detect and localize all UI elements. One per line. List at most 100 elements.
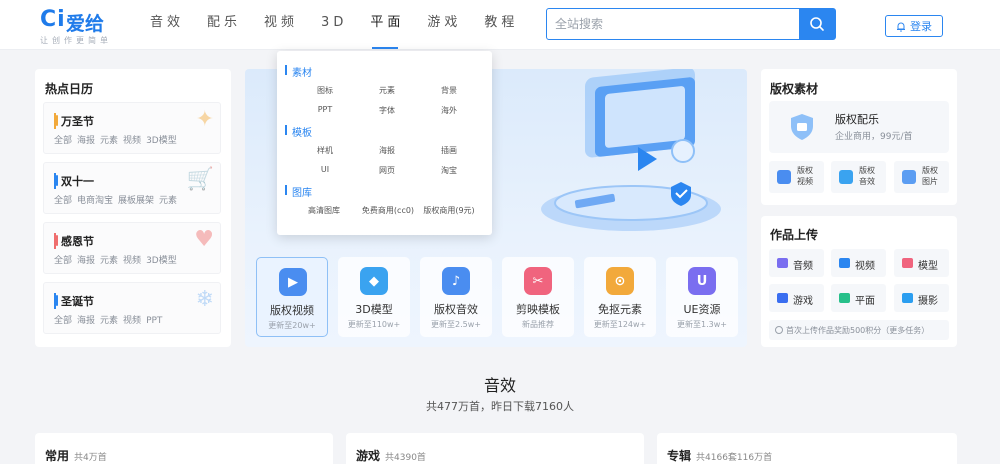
copyright-image-tile[interactable]: 版权图片 [894,161,949,193]
event-tag[interactable]: 电商淘宝 [77,196,113,206]
login-label: 登录 [910,20,932,33]
category-card-capcut-template[interactable]: ✂ 剪映模板 新品推荐 [502,257,574,337]
event-tag[interactable]: 3D模型 [146,256,177,266]
category-block-game: 游戏 共4390首 [346,433,644,464]
dropdown-item[interactable]: 网页 [367,165,407,176]
copyright-sound-tile[interactable]: 版权音效 [831,161,886,193]
upload-audio-tile[interactable]: 音频 [769,249,824,277]
top-header: Ci 爱给 让创作更简单 音效 配乐 视频 3D 平面 游戏 教程 登录 [0,0,1000,50]
upload-photo-tile[interactable]: 摄影 [894,284,949,312]
event-tag[interactable]: 展板展架 [118,196,154,206]
cube-icon-glyph: ◆ [369,273,379,289]
event-tag[interactable]: 全部 [54,196,72,206]
event-tag[interactable]: 视频 [123,256,141,266]
video-icon [839,258,850,268]
dropdown-item[interactable]: 淘宝 [429,165,469,176]
block-count: 共4万首 [74,453,107,463]
model-icon [902,258,913,268]
event-tag[interactable]: 元素 [100,136,118,146]
search-button[interactable] [799,9,835,39]
logo-name: 爱给 [66,13,105,35]
event-tags: 全部 海报 元素 视频 PPT [54,313,167,326]
event-tag[interactable]: 元素 [159,196,177,206]
upload-panel-title: 作品上传 [770,228,819,242]
block-name[interactable]: 游戏 [356,449,380,463]
event-tag[interactable]: 全部 [54,136,72,146]
dropdown-item[interactable]: 背景 [429,85,469,96]
snowflake-icon: ❄ [195,287,214,312]
event-tag[interactable]: 视频 [123,316,141,326]
upload-game-tile[interactable]: 游戏 [769,284,824,312]
dropdown-section-title: 图库 [285,184,312,199]
bell-icon [897,22,905,32]
nav-item-sound[interactable]: 音效 [150,0,184,50]
copyright-music-card[interactable]: 版权配乐 企业商用，99元/首 [769,101,949,153]
event-tag[interactable]: 全部 [54,256,72,266]
category-card-copyright-video[interactable]: ▶ 版权视频 更新至20w+ [256,257,328,337]
event-tag[interactable]: 海报 [77,316,95,326]
event-tags: 全部 海报 元素 视频 3D模型 [54,253,182,266]
event-tag[interactable]: 3D模型 [146,136,177,146]
dropdown-item[interactable]: 版权商用(9元) [419,205,479,216]
event-tag[interactable]: 元素 [100,256,118,266]
dropdown-item[interactable]: 海外 [429,105,469,116]
event-tag[interactable]: 海报 [77,256,95,266]
calendar-card-halloween[interactable]: 万圣节 全部 海报 元素 视频 3D模型 ✦ [43,102,221,154]
event-name: 双十一 [54,173,94,189]
category-card-ue-resource[interactable]: U UE资源 更新至1.3w+ [666,257,738,337]
dropdown-item[interactable]: 字体 [367,105,407,116]
dropdown-item[interactable]: 高清图库 [301,205,347,216]
sound-icon [839,170,853,184]
dropdown-item[interactable]: 免费商用(cc0) [355,205,421,216]
event-tag[interactable]: 海报 [77,136,95,146]
info-icon [775,326,783,334]
dropdown-item[interactable]: PPT [305,105,345,114]
event-tag[interactable]: PPT [146,316,162,326]
event-tag[interactable]: 视频 [123,136,141,146]
calendar-card-double-eleven[interactable]: 双十一 全部 电商淘宝 展板展架 元素 🛒 [43,162,221,214]
dropdown-item[interactable]: 插画 [429,145,469,156]
dropdown-item[interactable]: 元素 [367,85,407,96]
event-tag[interactable]: 元素 [100,316,118,326]
category-card-copyright-sound[interactable]: ♪ 版权音效 更新至2.5w+ [420,257,492,337]
upload-model-tile[interactable]: 模型 [894,249,949,277]
main-nav: 音效 配乐 视频 3D 平面 游戏 教程 [150,0,541,50]
calendar-card-thanksgiving[interactable]: 感恩节 全部 海报 元素 视频 3D模型 ♥ [43,222,221,274]
event-name: 圣诞节 [54,293,94,309]
dropdown-section-title: 模板 [285,124,312,139]
search-input[interactable] [547,9,799,39]
search-box [546,8,836,40]
block-name[interactable]: 专辑 [667,449,691,463]
event-tags: 全部 电商淘宝 展板展架 元素 [54,193,182,206]
login-button[interactable]: 登录 [885,15,943,37]
image-icon [902,170,916,184]
nav-item-music[interactable]: 配乐 [207,0,241,50]
nav-item-graphic[interactable]: 平面 [370,0,404,50]
copyright-video-tile[interactable]: 版权视频 [769,161,824,193]
upload-video-tile[interactable]: 视频 [831,249,886,277]
audio-icon [777,258,788,268]
nav-item-3d[interactable]: 3D [321,0,347,50]
event-tag[interactable]: 全部 [54,316,72,326]
tile-label: 版权音效 [859,166,875,186]
nav-item-video[interactable]: 视频 [264,0,298,50]
block-name[interactable]: 常用 [45,449,69,463]
upload-label: 视频 [855,261,875,272]
upload-graphic-tile[interactable]: 平面 [831,284,886,312]
unreal-icon: U [688,267,716,295]
nav-item-game[interactable]: 游戏 [427,0,461,50]
dropdown-item[interactable]: 图标 [305,85,345,96]
upload-reward-note[interactable]: 首次上传作品奖励500积分（更多任务） [769,320,949,340]
dropdown-item[interactable]: 样机 [305,145,345,156]
shield-icon [791,114,813,140]
calendar-card-christmas[interactable]: 圣诞节 全部 海报 元素 视频 PPT ❄ [43,282,221,334]
category-card-cutout-element[interactable]: ⊙ 免抠元素 更新至124w+ [584,257,656,337]
nav-item-tutorial[interactable]: 教程 [484,0,518,50]
sound-icon: ♪ [442,267,470,295]
dropdown-item[interactable]: UI [305,165,345,174]
category-card-3d-model[interactable]: ◆ 3D模型 更新至110w+ [338,257,410,337]
site-logo[interactable]: Ci 爱给 让创作更简单 [40,7,130,47]
dropdown-item[interactable]: 海报 [367,145,407,156]
gamepad-icon [777,293,788,303]
unreal-icon-glyph: U [696,273,708,289]
